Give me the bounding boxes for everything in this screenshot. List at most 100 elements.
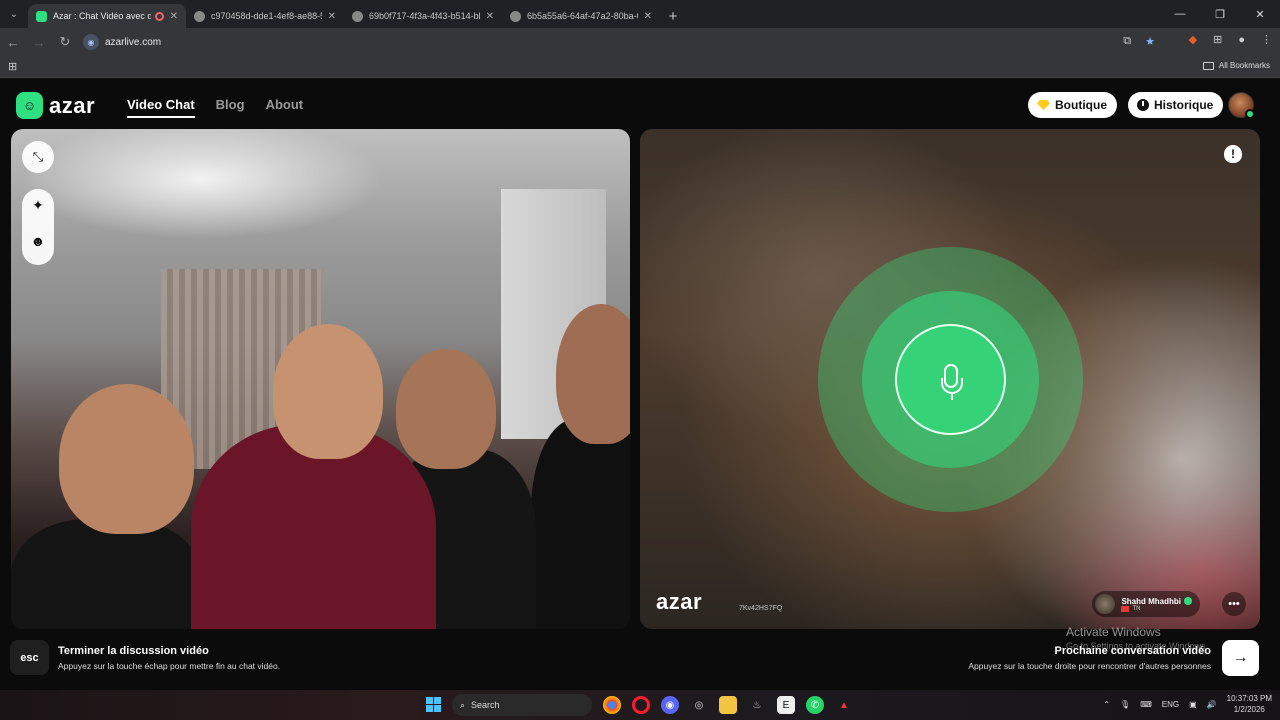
sparkle-effects-icon[interactable]: ✦ <box>22 197 54 214</box>
close-tab-icon[interactable]: ✕ <box>328 11 336 22</box>
tab-title: Azar : Chat Vidéo avec de n <box>53 11 151 21</box>
date: 1/2/2026 <box>1233 705 1265 714</box>
opera-icon[interactable] <box>632 696 650 714</box>
taskbar-search[interactable]: ⌕ Search <box>452 694 592 716</box>
restore-icon[interactable]: ❐ <box>1200 0 1240 28</box>
browser-toolbar: ← → ↻ ◉ azarlive.com ⧉ ★ ◆ ⊞ ● ⋮ <box>0 28 1280 56</box>
cast-icon[interactable]: ⧉ <box>1123 35 1131 48</box>
time: 10:37:03 PM <box>1226 694 1272 703</box>
tab-title: 69b0f717-4f3a-4f43-b514-bb4 <box>369 11 480 21</box>
tray-chevron-icon[interactable]: ⌃ <box>1103 700 1110 709</box>
tab-search-icon[interactable]: ⌄ <box>0 0 28 28</box>
remote-video: ! azar 7Kv42HS7FQ Shahd Mhadhbi TN ••• <box>640 129 1260 629</box>
windows-taskbar: ⌕ Search ◉ ◎ ♨ E ✆ ▲ ⌃ 🎙 ⌨ ENG ▣ 🔊 10:37… <box>0 690 1280 720</box>
tab-2[interactable]: c970458d-dde1-4ef8-ae88-54b ✕ <box>186 4 344 28</box>
watermark-logo: azar <box>656 589 703 614</box>
steam-alt-icon[interactable]: ◎ <box>690 696 708 714</box>
report-icon[interactable]: ! <box>1224 145 1242 163</box>
chat-bubble-icon[interactable]: ••• <box>1222 592 1246 616</box>
forward-icon[interactable]: → <box>26 29 52 55</box>
peer-avatar <box>1095 594 1116 614</box>
tab-azar[interactable]: Azar : Chat Vidéo avec de n ✕ <box>28 4 186 28</box>
globe-icon <box>510 10 521 22</box>
next-chat-subtitle: Appuyez sur la touche droite pour rencon… <box>968 661 1211 671</box>
globe-icon <box>352 10 363 22</box>
close-tab-icon[interactable]: ✕ <box>486 11 494 22</box>
face-mask-icon[interactable]: ☻ <box>22 233 54 249</box>
main-nav: Video Chat Blog About <box>127 97 303 118</box>
peer-id: 7Kv42HS7FQ <box>739 605 783 612</box>
peer-badge[interactable]: Shahd Mhadhbi TN <box>1092 591 1200 617</box>
url-text: azarlive.com <box>105 36 162 48</box>
nav-about[interactable]: About <box>266 97 304 118</box>
avatar[interactable] <box>1228 92 1255 119</box>
windows-start-icon[interactable] <box>426 697 441 712</box>
peer-country: TN <box>1132 605 1141 612</box>
language-indicator[interactable]: ENG <box>1162 700 1179 709</box>
azar-logo[interactable]: ☺ azar <box>16 92 95 119</box>
boutique-button[interactable]: Boutique <box>1028 92 1117 118</box>
epic-games-icon[interactable]: E <box>777 696 795 714</box>
nav-video-chat[interactable]: Video Chat <box>127 97 195 118</box>
historique-label: Historique <box>1154 98 1214 112</box>
tab-strip: ⌄ Azar : Chat Vidéo avec de n ✕ c970458d… <box>0 0 1280 28</box>
end-chat-subtitle: Appuyez sur la touche échap pour mettre … <box>58 661 281 671</box>
browser-menu-icon[interactable]: ⋮ <box>1261 33 1272 46</box>
activate-windows-subtitle: Go to Settings to activate Windows. <box>1066 641 1209 651</box>
extension-fox-icon[interactable]: ◆ <box>1189 33 1197 46</box>
keyboard-icon[interactable]: ⌨ <box>1140 700 1152 709</box>
address-bar[interactable]: ◉ azarlive.com ⧉ ★ <box>80 31 1165 53</box>
network-icon[interactable]: ▣ <box>1189 700 1197 709</box>
tray-mic-icon[interactable]: 🎙 <box>1120 700 1130 709</box>
new-tab-button[interactable]: + <box>660 4 686 28</box>
esc-key-button[interactable]: esc <box>10 640 49 675</box>
taskbar-clock[interactable]: 10:37:03 PM 1/2/2026 <box>1227 693 1272 715</box>
verified-icon <box>1184 597 1192 606</box>
tab-4[interactable]: 6b5a55a6-64af-47a2-80ba-03 ✕ <box>502 4 660 28</box>
minimize-icon[interactable]: — <box>1160 0 1200 28</box>
volume-icon[interactable]: 🔊 <box>1207 700 1217 709</box>
globe-icon <box>194 10 205 22</box>
peer-name: Shahd Mhadhbi <box>1121 596 1181 606</box>
apps-grid-icon[interactable]: ⊞ <box>8 60 17 73</box>
clock-icon <box>1137 99 1149 111</box>
file-explorer-icon[interactable] <box>719 696 737 714</box>
online-status-icon <box>1245 109 1255 119</box>
discord-icon[interactable]: ◉ <box>661 696 679 714</box>
gem-icon <box>1037 100 1050 110</box>
back-icon[interactable]: ← <box>0 29 26 55</box>
recording-icon <box>154 11 164 21</box>
video-person-head <box>59 384 194 534</box>
close-window-icon[interactable]: ✕ <box>1240 0 1280 28</box>
historique-button[interactable]: Historique <box>1128 92 1224 118</box>
site-info-icon[interactable]: ◉ <box>83 34 99 50</box>
extensions-puzzle-icon[interactable]: ⊞ <box>1213 33 1222 46</box>
next-arrow-button[interactable]: → <box>1222 640 1259 676</box>
app-icon[interactable]: ▲ <box>835 696 853 714</box>
boutique-label: Boutique <box>1055 98 1107 112</box>
effects-toolbar: ✦ ☻ <box>22 189 54 265</box>
close-tab-icon[interactable]: ✕ <box>170 11 178 22</box>
video-person-head <box>396 349 496 469</box>
tab-3[interactable]: 69b0f717-4f3a-4f43-b514-bb4 ✕ <box>344 4 502 28</box>
taskbar-apps: ◉ ◎ ♨ E ✆ ▲ <box>603 696 853 714</box>
logo-text: azar <box>49 92 96 118</box>
chrome-icon[interactable] <box>603 696 621 714</box>
whatsapp-icon[interactable]: ✆ <box>806 696 824 714</box>
search-icon: ⌕ <box>460 699 466 710</box>
tab-title: c970458d-dde1-4ef8-ae88-54b <box>211 11 322 21</box>
close-tab-icon[interactable]: ✕ <box>644 11 652 22</box>
nav-blog[interactable]: Blog <box>216 97 245 118</box>
reload-icon[interactable]: ↻ <box>52 29 78 55</box>
peer-name-row: Shahd Mhadhbi <box>1121 597 1192 606</box>
profile-icon[interactable]: ● <box>1238 34 1245 46</box>
steam-icon[interactable]: ♨ <box>748 696 766 714</box>
swap-view-icon[interactable]: ⤡ <box>22 141 54 173</box>
bookmarks-bar: ⊞ All Bookmarks <box>0 56 1280 78</box>
all-bookmarks[interactable]: All Bookmarks <box>1202 61 1270 70</box>
peer-country-row: TN <box>1121 605 1192 612</box>
folder-icon <box>1202 61 1214 70</box>
window-controls: — ❐ ✕ <box>1160 0 1280 28</box>
bookmark-star-icon[interactable]: ★ <box>1145 35 1155 48</box>
video-person-body <box>531 419 630 629</box>
